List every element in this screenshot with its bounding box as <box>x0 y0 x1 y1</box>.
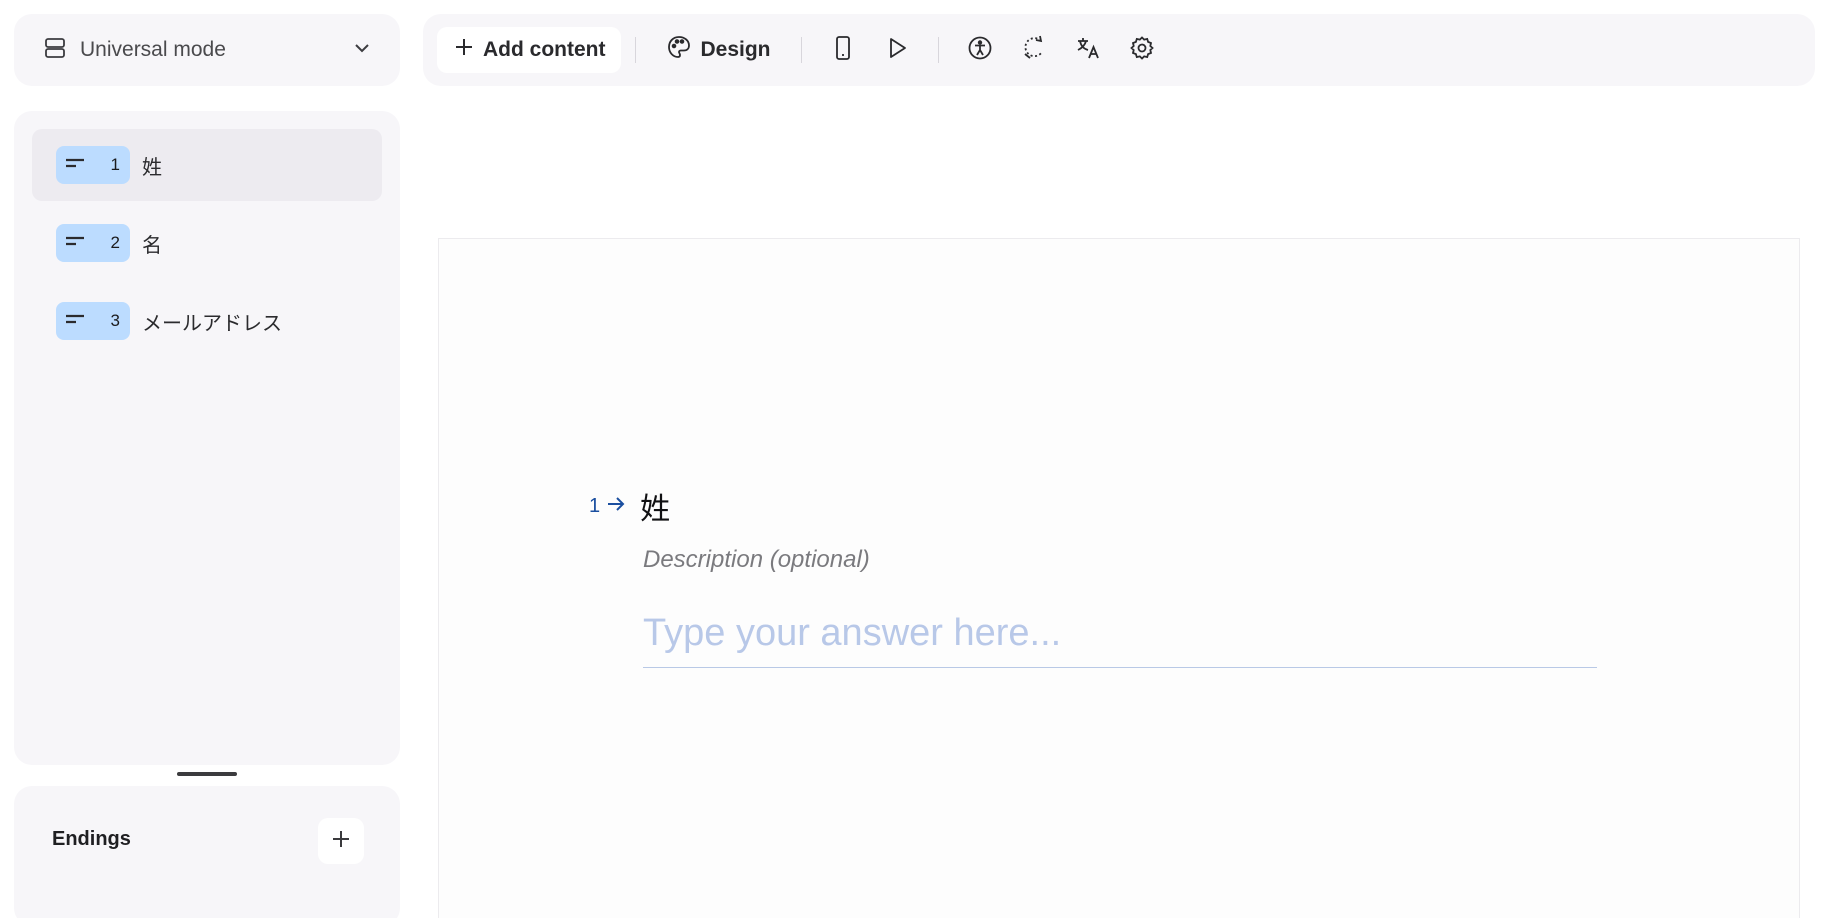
panel-resize-handle[interactable] <box>177 772 237 776</box>
logic-button[interactable] <box>1011 27 1057 73</box>
mobile-phone-icon <box>832 35 854 66</box>
plus-icon <box>330 828 352 855</box>
endings-panel: Endings <box>14 786 400 918</box>
gear-icon <box>1129 35 1155 66</box>
palette-icon <box>666 34 692 66</box>
add-content-label: Add content <box>483 38 606 61</box>
short-text-icon <box>64 156 88 175</box>
toolbar-divider <box>800 37 802 63</box>
mode-selector[interactable]: Universal mode <box>14 14 400 86</box>
arrow-right-icon <box>606 494 626 519</box>
plus-icon <box>453 36 475 64</box>
add-content-button[interactable]: Add content <box>437 27 622 73</box>
chevron-down-icon <box>352 38 372 63</box>
layout-rows-icon <box>44 37 66 64</box>
design-button[interactable]: Design <box>650 27 786 73</box>
question-block: 1 姓 Description (optional) <box>589 484 1597 668</box>
translate-icon <box>1075 35 1101 66</box>
design-label: Design <box>700 38 771 61</box>
play-icon <box>885 36 909 65</box>
toolbar-divider <box>635 37 637 63</box>
short-text-icon <box>64 234 88 253</box>
endings-label: Endings <box>52 828 131 850</box>
question-title: メールアドレス <box>142 312 282 335</box>
preview-button[interactable] <box>874 27 920 73</box>
translate-button[interactable] <box>1065 27 1111 73</box>
question-item-3[interactable]: 3 メールアドレス <box>32 285 382 357</box>
answer-input[interactable] <box>643 612 1597 668</box>
short-text-icon <box>64 312 88 331</box>
question-title: 名 <box>142 234 162 257</box>
description-field[interactable]: Description (optional) <box>643 546 1549 574</box>
question-badge: 2 <box>56 224 130 262</box>
toolbar: Add content Design <box>423 14 1815 86</box>
mode-label: Universal mode <box>80 38 226 61</box>
question-number: 1 <box>110 155 120 174</box>
question-title: 姓 <box>142 156 162 179</box>
logic-loop-icon <box>1021 35 1047 66</box>
question-number: 2 <box>110 233 120 252</box>
form-canvas: 1 姓 Description (optional) <box>438 238 1800 918</box>
question-number: 1 <box>589 494 601 517</box>
settings-button[interactable] <box>1119 27 1165 73</box>
question-item-2[interactable]: 2 名 <box>32 207 382 279</box>
question-badge: 1 <box>56 146 130 184</box>
question-list: 1 姓 2 名 3 メールアドレス <box>14 111 400 765</box>
toolbar-divider <box>937 37 939 63</box>
question-title[interactable]: 姓 <box>640 484 670 528</box>
question-item-1[interactable]: 1 姓 <box>32 129 382 201</box>
mobile-preview-button[interactable] <box>820 27 866 73</box>
accessibility-icon <box>967 35 993 66</box>
question-number: 3 <box>110 311 120 330</box>
question-badge: 3 <box>56 302 130 340</box>
accessibility-button[interactable] <box>957 27 1003 73</box>
add-ending-button[interactable] <box>318 818 364 864</box>
